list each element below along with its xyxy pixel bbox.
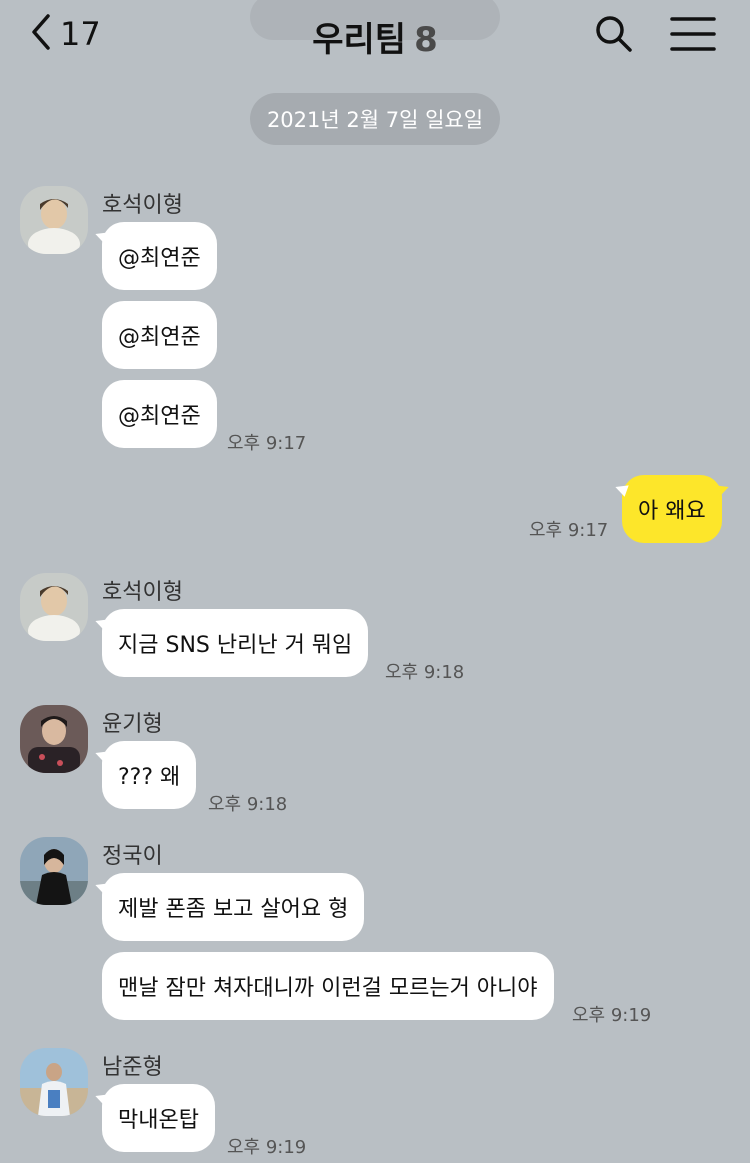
avatar[interactable] (20, 705, 88, 773)
message-time: 오후 9:18 (385, 662, 465, 683)
message-bubble[interactable]: @최연준 (102, 380, 217, 448)
message-bubble[interactable]: @최연준 (102, 222, 217, 290)
message-bubble[interactable]: @최연준 (102, 301, 217, 369)
avatar[interactable] (20, 573, 88, 641)
chat-title: 우리팀 8 (0, 12, 750, 61)
message-bubble[interactable]: 제발 폰좀 보고 살어요 형 (102, 873, 365, 941)
menu-button[interactable] (670, 16, 716, 52)
sender-name: 정국이 (102, 844, 163, 869)
search-button[interactable] (594, 14, 634, 54)
chat-header: 17 우리팀 8 (0, 0, 750, 70)
message-time: 오후 9:19 (227, 1137, 307, 1158)
message-time: 오후 9:17 (529, 520, 609, 541)
message-bubble[interactable]: 막내온탑 (102, 1084, 215, 1152)
chat-room-name: 우리팀 (312, 20, 407, 60)
search-icon (596, 16, 632, 52)
sender-name: 호석이형 (102, 580, 183, 605)
avatar[interactable] (20, 186, 88, 254)
sender-name: 윤기형 (102, 712, 163, 737)
message-bubble[interactable]: ??? 왜 (102, 741, 197, 809)
message-bubble[interactable]: 맨날 잠만 쳐자대니까 이런걸 모르는거 아니야 (102, 952, 554, 1020)
sender-name: 호석이형 (102, 193, 183, 218)
sender-name: 남준형 (102, 1055, 163, 1080)
hamburger-menu-icon (670, 17, 716, 51)
avatar[interactable] (20, 837, 88, 905)
message-bubble[interactable]: 지금 SNS 난리난 거 뭐임 (102, 609, 369, 677)
date-divider: 2021년 2월 7일 일요일 (250, 93, 500, 145)
message-time: 오후 9:18 (208, 794, 288, 815)
member-count: 8 (414, 20, 438, 60)
avatar[interactable] (20, 1048, 88, 1116)
my-message-bubble[interactable]: 아 왜요 (622, 475, 722, 543)
message-time: 오후 9:19 (572, 1005, 652, 1026)
message-time: 오후 9:17 (227, 433, 307, 454)
